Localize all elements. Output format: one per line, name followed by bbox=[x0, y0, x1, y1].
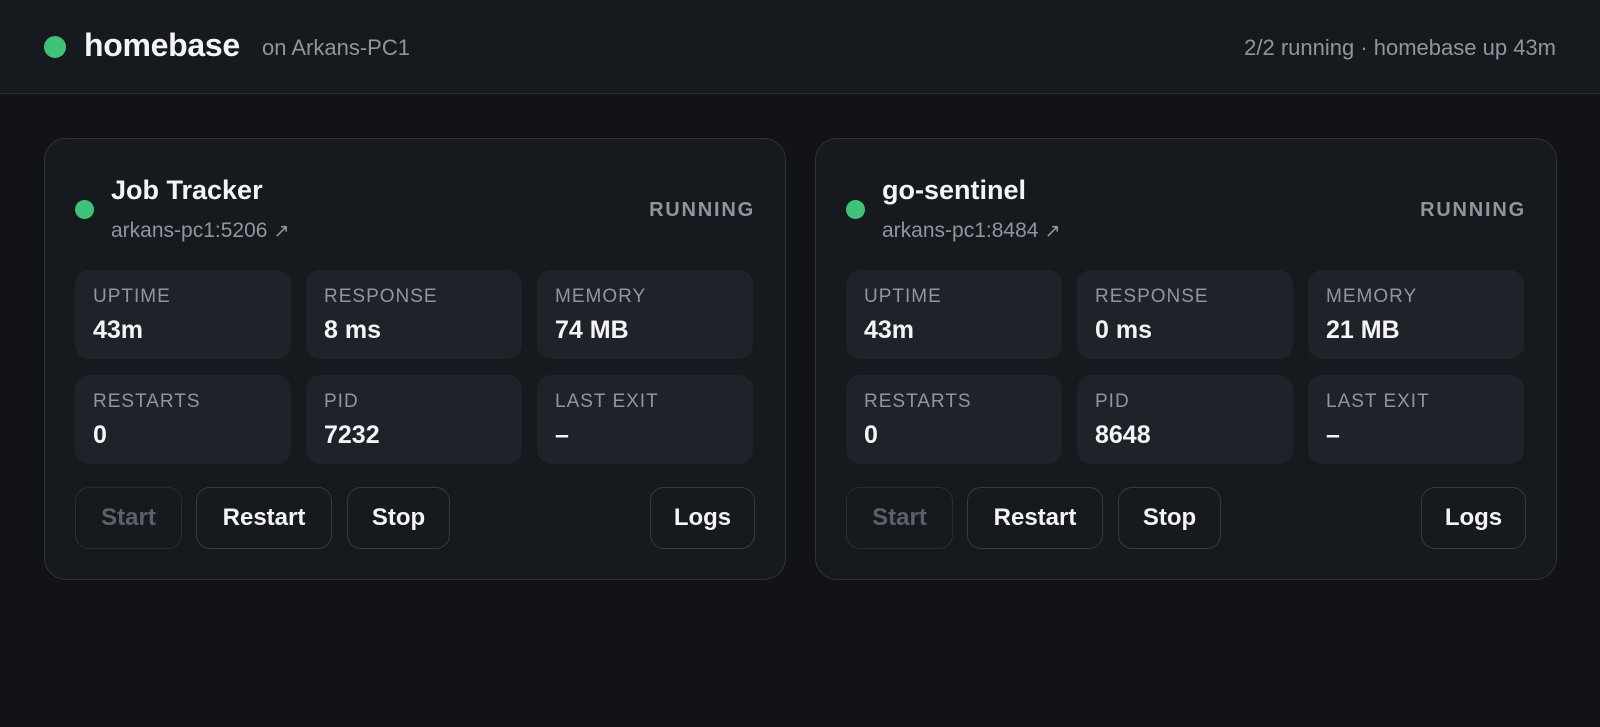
service-link[interactable]: arkans-pc1:8484 ↗ bbox=[882, 219, 1060, 243]
service-card-go-sentinel: go-sentinel arkans-pc1:8484 ↗ RUNNING UP… bbox=[815, 138, 1557, 580]
stat-pid: PID 8648 bbox=[1077, 375, 1293, 464]
stat-label: UPTIME bbox=[93, 286, 171, 307]
stat-memory: MEMORY 21 MB bbox=[1308, 270, 1524, 359]
stat-label: MEMORY bbox=[1326, 286, 1418, 307]
logs-button[interactable]: Logs bbox=[650, 487, 755, 549]
app-title: homebase bbox=[84, 27, 240, 63]
service-name: go-sentinel bbox=[882, 175, 1027, 205]
app-header: homebase on Arkans-PC1 2/2 running · hom… bbox=[0, 0, 1600, 94]
stat-label: RESPONSE bbox=[1095, 286, 1209, 307]
stat-label: RESPONSE bbox=[324, 286, 438, 307]
stat-label: PID bbox=[1095, 391, 1130, 412]
status-dot-icon bbox=[75, 200, 94, 219]
stat-label: UPTIME bbox=[864, 286, 942, 307]
summary-status: 2/2 running · homebase up 43m bbox=[1244, 35, 1556, 60]
stat-pid: PID 7232 bbox=[306, 375, 522, 464]
status-badge: RUNNING bbox=[649, 199, 755, 221]
stat-label: RESTARTS bbox=[864, 391, 972, 412]
status-dot-icon bbox=[846, 200, 865, 219]
stop-button[interactable]: Stop bbox=[1118, 487, 1221, 549]
start-button[interactable]: Start bbox=[75, 487, 182, 549]
host-label: on Arkans-PC1 bbox=[262, 35, 410, 60]
status-dot-icon bbox=[44, 36, 66, 58]
service-link[interactable]: arkans-pc1:5206 ↗ bbox=[111, 219, 289, 243]
external-link-icon: ↗ bbox=[1044, 220, 1061, 242]
logs-button[interactable]: Logs bbox=[1421, 487, 1526, 549]
status-badge: RUNNING bbox=[1420, 199, 1526, 221]
stat-restarts: RESTARTS 0 bbox=[846, 375, 1062, 464]
stat-last-exit: LAST EXIT – bbox=[1308, 375, 1524, 464]
restart-button[interactable]: Restart bbox=[196, 487, 332, 549]
stat-label: RESTARTS bbox=[93, 391, 201, 412]
stat-value: 7232 bbox=[324, 421, 380, 449]
stat-response: RESPONSE 8 ms bbox=[306, 270, 522, 359]
stat-memory: MEMORY 74 MB bbox=[537, 270, 753, 359]
stat-value: 0 ms bbox=[1095, 316, 1152, 344]
stop-button[interactable]: Stop bbox=[347, 487, 450, 549]
service-link-text[interactable]: arkans-pc1:5206 bbox=[111, 219, 267, 243]
stat-value: 43m bbox=[93, 316, 144, 344]
stat-uptime: UPTIME 43m bbox=[75, 270, 291, 359]
restart-button[interactable]: Restart bbox=[967, 487, 1103, 549]
stat-value: 21 MB bbox=[1326, 316, 1400, 344]
stat-value: – bbox=[555, 421, 569, 449]
service-card-job-tracker: Job Tracker arkans-pc1:5206 ↗ RUNNING UP… bbox=[44, 138, 786, 580]
stat-value: 0 bbox=[864, 421, 878, 449]
stat-uptime: UPTIME 43m bbox=[846, 270, 1062, 359]
stat-value: 8 ms bbox=[324, 316, 381, 344]
stat-response: RESPONSE 0 ms bbox=[1077, 270, 1293, 359]
stat-label: PID bbox=[324, 391, 359, 412]
start-button[interactable]: Start bbox=[846, 487, 953, 549]
stat-label: MEMORY bbox=[555, 286, 647, 307]
stat-value: 74 MB bbox=[555, 316, 629, 344]
stat-value: 8648 bbox=[1095, 421, 1151, 449]
stat-value: – bbox=[1326, 421, 1340, 449]
external-link-icon: ↗ bbox=[273, 220, 290, 242]
service-name: Job Tracker bbox=[111, 175, 263, 205]
stat-last-exit: LAST EXIT – bbox=[537, 375, 753, 464]
stat-label: LAST EXIT bbox=[1326, 391, 1430, 412]
stat-restarts: RESTARTS 0 bbox=[75, 375, 291, 464]
stat-value: 43m bbox=[864, 316, 915, 344]
stat-value: 0 bbox=[93, 421, 107, 449]
stat-label: LAST EXIT bbox=[555, 391, 659, 412]
service-link-text[interactable]: arkans-pc1:8484 bbox=[882, 219, 1038, 243]
